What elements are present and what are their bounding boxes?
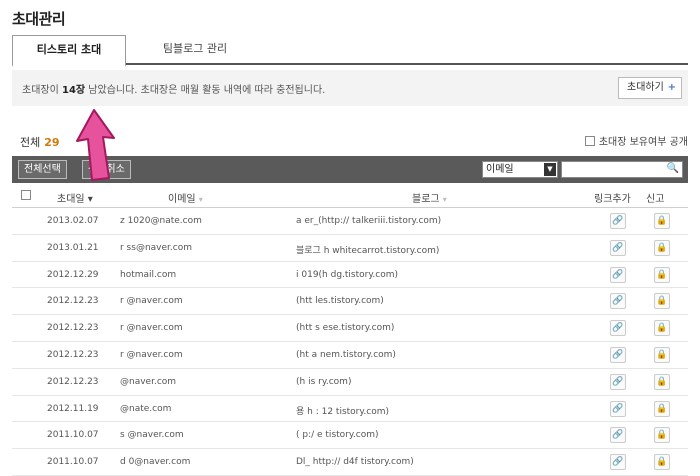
header-date[interactable]: 초대일 ▾ [57, 190, 93, 205]
row-email: d 0@naver.com [120, 457, 191, 468]
row-blog[interactable]: Dl_ http:// d4f tistory.com) [296, 457, 414, 467]
link-icon[interactable]: 🔗 [610, 346, 626, 363]
row-email: @nate.com [120, 403, 172, 414]
table-row: 2011.10.07 s @naver.com ( p:/ e tistory.c… [12, 422, 688, 450]
link-icon[interactable]: 🔗 [610, 213, 626, 229]
search-input[interactable]: 🔍 [561, 161, 683, 178]
notice-prefix: 초대장이 [22, 85, 62, 96]
total-summary: 전체 29 [20, 134, 60, 150]
public-label: 초대장 보유여부 공개 [598, 137, 688, 148]
header-blog[interactable]: 블로그 ▾ [412, 190, 447, 205]
header-report: 신고 [646, 194, 665, 205]
row-blog[interactable]: ( p:/ e tistory.com) [296, 430, 379, 440]
table-row: 2012.11.19 @nate.com 용 h : 12 tistory.co… [12, 396, 688, 423]
sort-icon: ▾ [198, 195, 203, 204]
pink-arrow-annotation [76, 109, 115, 181]
chevron-down-icon: ▼ [544, 163, 556, 176]
link-icon[interactable]: 🔗 [610, 239, 626, 256]
row-blog[interactable]: 용 h : 12 tistory.com) [296, 404, 389, 417]
table-header: 초대일 ▾ 이메일 ▾ 블로그 ▾ 링크추가 신고 [12, 184, 688, 208]
link-icon[interactable]: 🔗 [610, 400, 626, 417]
table-row: 2012.12.29 hotmail.com i 019(h dg.tistory… [12, 262, 688, 289]
row-email: @naver.com [120, 376, 177, 387]
link-icon[interactable]: 🔗 [610, 320, 626, 337]
header-email[interactable]: 이메일 ▾ [168, 190, 203, 205]
lock-icon[interactable]: 🔒 [654, 346, 670, 363]
plus-icon: + [667, 82, 676, 93]
table-row: 2012.12.23 r @naver.com (htt s ese.tistor… [12, 315, 688, 342]
table-row: 2012.12.23 r @naver.com (ht a nem.tistory… [12, 342, 688, 369]
link-icon[interactable]: 🔗 [610, 427, 626, 444]
tab-bar: 티스토리 초대 팀블로그 관리 [12, 35, 688, 67]
lock-icon[interactable]: 🔒 [654, 400, 670, 417]
row-blog[interactable]: (htt s ese.tistory.com) [296, 323, 394, 333]
invite-notice: 초대장이 14장 남았습니다. 초대장은 매월 활동 내역에 따라 충전됩니다.… [12, 70, 688, 106]
total-label: 전체 [20, 136, 41, 149]
row-blog[interactable]: (ht a nem.tistory.com) [296, 350, 396, 360]
tab-team-blog[interactable]: 팀블로그 관리 [126, 35, 264, 65]
invite-button[interactable]: 초대하기 + [618, 77, 682, 99]
table-row: 2012.12.23 @naver.com (h is ry.com) 🔗 🔒 [12, 369, 688, 396]
search-type-select[interactable]: 이메일 ▼ [482, 161, 558, 178]
row-date: 2012.12.23 [47, 296, 99, 307]
tab-tistory-invite[interactable]: 티스토리 초대 [12, 35, 126, 67]
row-blog[interactable]: a er_(http:// talkeriii.tistory.com) [296, 216, 441, 226]
lock-icon[interactable]: 🔒 [654, 373, 670, 390]
row-blog[interactable]: (h is ry.com) [296, 377, 351, 387]
row-email: r ss@naver.com [120, 242, 192, 253]
notice-text: 초대장이 14장 남았습니다. 초대장은 매월 활동 내역에 따라 충전됩니다. [22, 81, 325, 96]
row-date: 2013.01.21 [47, 242, 99, 253]
lock-icon[interactable]: 🔒 [654, 293, 670, 310]
row-date: 2011.10.07 [47, 457, 99, 468]
invite-button-label: 초대하기 [627, 82, 664, 93]
sort-icon: ▾ [442, 195, 447, 204]
public-toggle[interactable]: 초대장 보유여부 공개 [584, 133, 688, 148]
row-email: r @naver.com [120, 296, 183, 307]
header-link: 링크추가 [594, 194, 631, 205]
search-icon[interactable]: 🔍 [667, 163, 679, 174]
public-checkbox[interactable] [584, 136, 595, 146]
link-icon[interactable]: 🔗 [610, 454, 626, 471]
invite-count: 14장 [61, 85, 86, 96]
link-icon[interactable]: 🔗 [610, 293, 626, 310]
table-row: 2012.12.23 r @naver.com (htt les.tistory.… [12, 288, 688, 316]
page-title: 초대관리 [12, 10, 66, 28]
row-email: s @naver.com [120, 430, 184, 441]
lock-icon[interactable]: 🔒 [654, 427, 670, 444]
row-blog[interactable]: (htt les.tistory.com) [296, 296, 384, 306]
search-type-value: 이메일 [486, 164, 514, 175]
row-email: r @naver.com [120, 349, 183, 360]
notice-suffix: 남았습니다. 초대장은 매월 활동 내역에 따라 충전됩니다. [85, 85, 326, 96]
lock-icon[interactable]: 🔒 [654, 454, 670, 471]
row-blog[interactable]: 블로그 h whitecarrot.tistory.com) [296, 243, 439, 256]
row-date: 2012.12.23 [47, 349, 99, 360]
row-date: 2013.02.07 [47, 216, 99, 226]
header-checkbox[interactable] [21, 190, 35, 202]
row-email: hotmail.com [120, 269, 177, 280]
table-row: 2013.02.07 z 1020@nate.com a er_(http:// t… [12, 208, 688, 235]
row-email: r @naver.com [120, 323, 183, 334]
row-date: 2012.11.19 [47, 403, 99, 414]
link-icon[interactable]: 🔗 [610, 266, 626, 283]
row-date: 2012.12.29 [47, 269, 99, 280]
table-row: 2013.01.21 r ss@naver.com 블로그 h whitecarr… [12, 235, 688, 262]
row-date: 2012.12.23 [47, 323, 99, 334]
row-date: 2011.10.07 [47, 430, 99, 441]
row-email: z 1020@nate.com [120, 216, 202, 226]
lock-icon[interactable]: 🔒 [654, 213, 670, 229]
row-date: 2012.12.23 [47, 376, 99, 387]
select-all-button[interactable]: 전체선택 [18, 160, 67, 179]
link-icon[interactable]: 🔗 [610, 373, 626, 390]
lock-icon[interactable]: 🔒 [654, 266, 670, 283]
lock-icon[interactable]: 🔒 [654, 239, 670, 256]
header-email-label: 이메일 [168, 194, 196, 205]
header-blog-label: 블로그 [412, 194, 440, 205]
row-blog[interactable]: i 019(h dg.tistory.com) [296, 270, 398, 280]
total-count: 29 [44, 136, 60, 149]
table-row: 2011.10.07 d 0@naver.com Dl_ http:// d4f t… [12, 449, 688, 476]
invite-list: 2013.02.07 z 1020@nate.com a er_(http:// t… [12, 208, 688, 476]
lock-icon[interactable]: 🔒 [654, 320, 670, 337]
